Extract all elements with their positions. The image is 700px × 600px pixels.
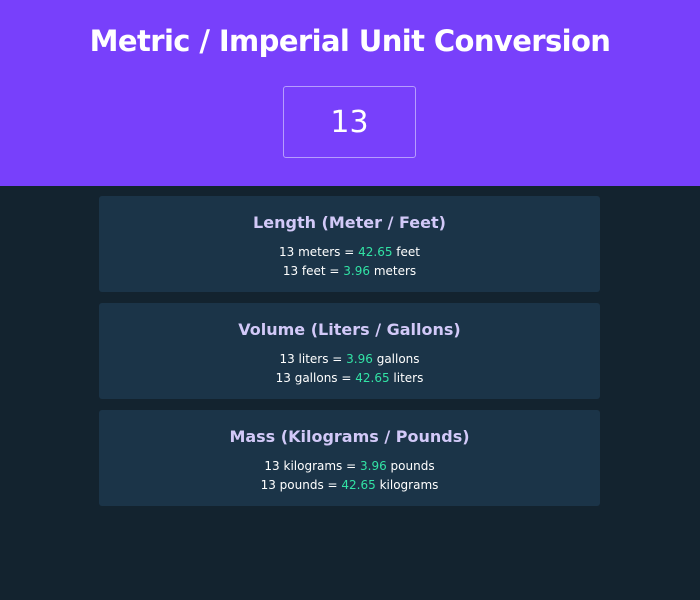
line-text: 13 feet = xyxy=(282,264,344,278)
length-card-title: Length (Meter / Feet) xyxy=(253,213,446,232)
conversion-result: 42.65 xyxy=(341,478,376,492)
line-text: 13 kilograms = xyxy=(264,459,360,473)
conversion-result: 42.65 xyxy=(358,245,393,259)
line-text: 13 liters = xyxy=(279,352,347,366)
gallons-to-liters-line: 13 gallons = 42.65 liters xyxy=(99,369,600,388)
line-text: kilograms xyxy=(375,478,439,492)
value-input[interactable] xyxy=(283,86,416,158)
line-text: meters xyxy=(370,264,417,278)
line-text: gallons xyxy=(372,352,420,366)
line-text: 13 pounds = xyxy=(260,478,342,492)
line-text: 13 gallons = xyxy=(275,371,356,385)
pounds-to-kilograms-line: 13 pounds = 42.65 kilograms xyxy=(99,476,600,495)
line-text: feet xyxy=(392,245,420,259)
conversion-result: 3.96 xyxy=(346,352,373,366)
kilograms-to-pounds-line: 13 kilograms = 3.96 pounds xyxy=(99,457,600,476)
mass-card-title: Mass (Kilograms / Pounds) xyxy=(229,427,470,446)
conversion-result: 3.96 xyxy=(360,459,387,473)
line-text: 13 meters = xyxy=(279,245,359,259)
length-card: Length (Meter / Feet) 13 meters = 42.65 … xyxy=(99,196,600,292)
page-title: Metric / Imperial Unit Conversion xyxy=(89,24,611,58)
volume-card-title: Volume (Liters / Gallons) xyxy=(238,320,461,339)
line-text: liters xyxy=(389,371,424,385)
meters-to-feet-line: 13 meters = 42.65 feet xyxy=(99,243,600,262)
header: Metric / Imperial Unit Conversion xyxy=(0,0,700,186)
conversion-result: 42.65 xyxy=(355,371,390,385)
mass-card: Mass (Kilograms / Pounds) 13 kilograms =… xyxy=(99,410,600,506)
conversion-result: 3.96 xyxy=(343,264,370,278)
line-text: pounds xyxy=(386,459,435,473)
feet-to-meters-line: 13 feet = 3.96 meters xyxy=(99,262,600,281)
liters-to-gallons-line: 13 liters = 3.96 gallons xyxy=(99,350,600,369)
volume-card: Volume (Liters / Gallons) 13 liters = 3.… xyxy=(99,303,600,399)
conversion-cards: Length (Meter / Feet) 13 meters = 42.65 … xyxy=(99,196,600,517)
